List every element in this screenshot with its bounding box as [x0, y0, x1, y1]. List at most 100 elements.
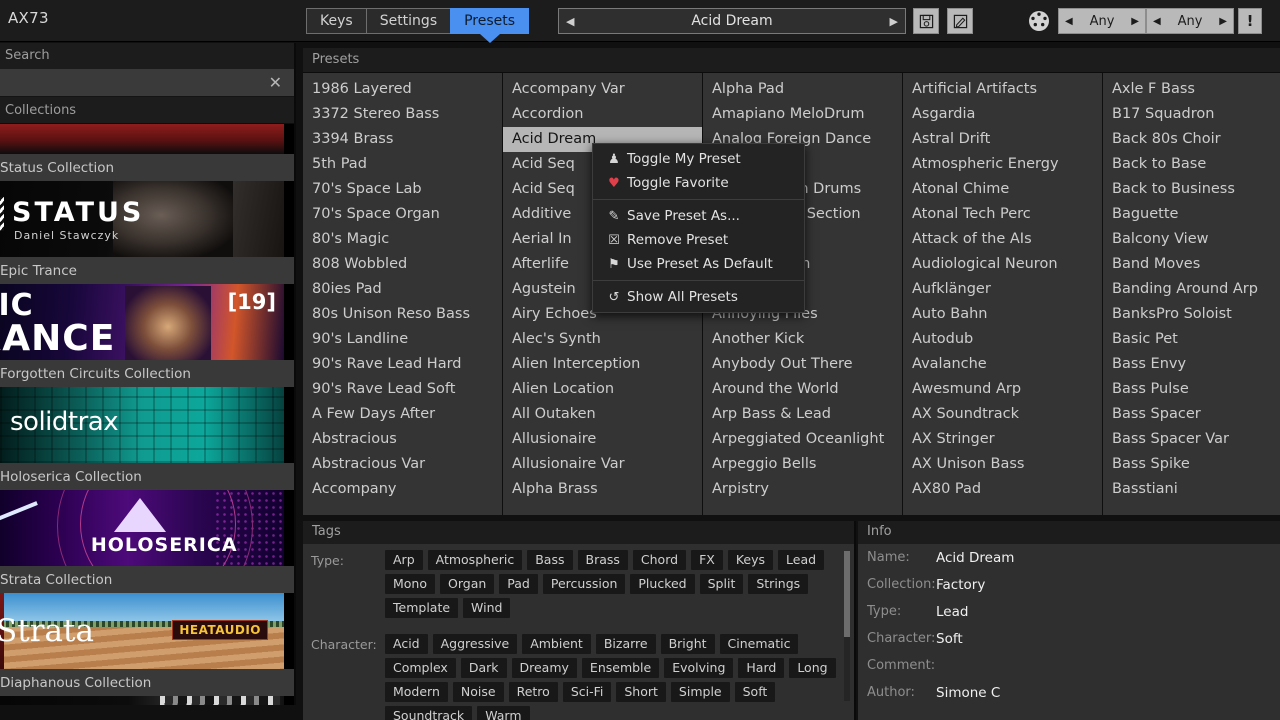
chevron-left-icon[interactable]: ◀: [1065, 16, 1073, 27]
info-value[interactable]: Soft: [936, 631, 963, 647]
info-value[interactable]: Acid Dream: [936, 550, 1014, 566]
collection-label[interactable]: Holoserica Collection: [0, 463, 294, 490]
preset-item[interactable]: Back to Base: [1103, 152, 1280, 177]
collection-label[interactable]: Forgotten Circuits Collection: [0, 360, 294, 387]
preset-column[interactable]: Axle F Bass B17 Squadron Back 80s Choir Bac…: [1103, 73, 1280, 515]
preset-item[interactable]: 3372 Stereo Bass: [303, 102, 502, 127]
preset-item[interactable]: BanksPro Soloist: [1103, 302, 1280, 327]
preset-item[interactable]: 3394 Brass: [303, 127, 502, 152]
collection-label[interactable]: Epic Trance: [0, 257, 294, 284]
preset-item[interactable]: Baguette: [1103, 202, 1280, 227]
preset-item[interactable]: Abstracious: [303, 427, 502, 452]
collection-label[interactable]: Status Collection: [0, 154, 294, 181]
preset-item[interactable]: Alien Location: [503, 377, 702, 402]
chevron-right-icon[interactable]: ▶: [1219, 16, 1227, 27]
tag-chip[interactable]: Short: [616, 682, 666, 702]
midi-din-icon[interactable]: [1026, 8, 1052, 34]
preset-item[interactable]: Arpeggio Bells: [703, 452, 902, 477]
preset-item[interactable]: Basstiani: [1103, 477, 1280, 502]
tag-chip[interactable]: Warm: [477, 706, 530, 720]
menu-item-remove-preset[interactable]: ☒ Remove Preset: [593, 228, 804, 252]
tag-chip[interactable]: Acid: [385, 634, 428, 654]
preset-item[interactable]: Atonal Chime: [903, 177, 1102, 202]
collection-label[interactable]: Strata Collection: [0, 566, 294, 593]
tag-chip[interactable]: Bizarre: [595, 634, 656, 654]
tag-chip[interactable]: Arp: [385, 550, 423, 570]
preset-item[interactable]: Back 80s Choir: [1103, 127, 1280, 152]
menu-item-save-preset-as[interactable]: ✎ Save Preset As...: [593, 204, 804, 228]
tag-chip[interactable]: Mono: [385, 574, 436, 594]
menu-item-show-all-presets[interactable]: ↺ Show All Presets: [593, 285, 804, 309]
preset-name-field[interactable]: ◀ Acid Dream ▶: [558, 8, 906, 34]
preset-item[interactable]: All Outaken: [503, 402, 702, 427]
tag-chip[interactable]: Ambient: [522, 634, 591, 654]
tag-chip[interactable]: Atmospheric: [427, 550, 523, 570]
tag-chip[interactable]: Template: [385, 598, 459, 618]
tag-chip[interactable]: FX: [691, 550, 723, 570]
preset-item[interactable]: Bass Spike: [1103, 452, 1280, 477]
tag-chip[interactable]: Organ: [440, 574, 495, 594]
preset-item[interactable]: Bass Spacer: [1103, 402, 1280, 427]
preset-item[interactable]: Asgardia: [903, 102, 1102, 127]
preset-item[interactable]: Banding Around Arp: [1103, 277, 1280, 302]
tag-chip[interactable]: Retro: [508, 682, 558, 702]
preset-item[interactable]: Artificial Artifacts: [903, 77, 1102, 102]
preset-item[interactable]: 90's Landline: [303, 327, 502, 352]
filter-selector-two[interactable]: ◀ Any ▶: [1146, 8, 1234, 34]
preset-item[interactable]: Arpistry: [703, 477, 902, 502]
tab-presets[interactable]: Presets: [450, 8, 530, 34]
preset-item[interactable]: Back to Business: [1103, 177, 1280, 202]
preset-item[interactable]: Aufklänger: [903, 277, 1102, 302]
tag-chip[interactable]: Long: [789, 658, 836, 678]
preset-context-menu[interactable]: ♟ Toggle My Preset ♥ Toggle Favorite ✎ Save P…: [592, 143, 805, 313]
tag-chip[interactable]: Bright: [660, 634, 715, 654]
tag-chip[interactable]: Aggressive: [432, 634, 518, 654]
preset-item[interactable]: Alpha Brass: [503, 477, 702, 502]
tag-chip[interactable]: Strings: [748, 574, 809, 594]
preset-item[interactable]: Accordion: [503, 102, 702, 127]
preset-item[interactable]: 5th Pad: [303, 152, 502, 177]
preset-item[interactable]: 1986 Layered: [303, 77, 502, 102]
collections-list[interactable]: Status Collection STATUS Daniel Stawczyk Ep…: [0, 124, 294, 720]
preset-column[interactable]: Artificial Artifacts Asgardia Astral Drift…: [903, 73, 1103, 515]
preset-item[interactable]: 90's Rave Lead Soft: [303, 377, 502, 402]
preset-item[interactable]: Allusionaire: [503, 427, 702, 452]
tag-chip[interactable]: Simple: [670, 682, 730, 702]
preset-item[interactable]: Allusionaire Var: [503, 452, 702, 477]
preset-item[interactable]: Attack of the AIs: [903, 227, 1102, 252]
preset-item[interactable]: Autodub: [903, 327, 1102, 352]
preset-item[interactable]: AX Stringer: [903, 427, 1102, 452]
tag-chip[interactable]: Soft: [734, 682, 776, 702]
tag-chip[interactable]: Ensemble: [581, 658, 660, 678]
preset-item[interactable]: Balcony View: [1103, 227, 1280, 252]
panic-button[interactable]: !: [1238, 8, 1262, 34]
preset-column[interactable]: 1986 Layered 3372 Stereo Bass 3394 Brass 5t…: [303, 73, 503, 515]
tag-chip[interactable]: Evolving: [664, 658, 734, 678]
preset-item[interactable]: Astral Drift: [903, 127, 1102, 152]
preset-item[interactable]: Awesmund Arp: [903, 377, 1102, 402]
preset-item[interactable]: Alec's Synth: [503, 327, 702, 352]
preset-item[interactable]: Arp Bass & Lead: [703, 402, 902, 427]
search-input[interactable]: ✕: [0, 69, 294, 97]
menu-item-use-preset-as-default[interactable]: ⚑ Use Preset As Default: [593, 252, 804, 276]
chevron-right-icon[interactable]: ▶: [1131, 16, 1139, 27]
tag-chip[interactable]: Sci-Fi: [562, 682, 612, 702]
filter-selector-one[interactable]: ◀ Any ▶: [1058, 8, 1146, 34]
menu-item-toggle-my-preset[interactable]: ♟ Toggle My Preset: [593, 147, 804, 171]
tag-chip[interactable]: Dreamy: [511, 658, 577, 678]
info-value[interactable]: Factory: [936, 577, 985, 593]
preset-item[interactable]: Band Moves: [1103, 252, 1280, 277]
tag-chip[interactable]: Dark: [460, 658, 507, 678]
tag-chip[interactable]: Complex: [385, 658, 456, 678]
prev-preset-icon[interactable]: ◀: [566, 15, 574, 28]
preset-item[interactable]: Alien Interception: [503, 352, 702, 377]
preset-item[interactable]: AX80 Pad: [903, 477, 1102, 502]
collection-artwork[interactable]: Ssolidtrax: [0, 387, 294, 463]
preset-item[interactable]: Auto Bahn: [903, 302, 1102, 327]
preset-item[interactable]: Accompany Var: [503, 77, 702, 102]
preset-item[interactable]: 80ies Pad: [303, 277, 502, 302]
collection-artwork[interactable]: Strata HEATAUDIO: [0, 593, 294, 669]
tags-type-list[interactable]: Arp Atmospheric Bass Brass Chord FX Keys Lead Mo…: [385, 550, 854, 618]
preset-item[interactable]: 80s Unison Reso Bass: [303, 302, 502, 327]
preset-item[interactable]: 70's Space Lab: [303, 177, 502, 202]
